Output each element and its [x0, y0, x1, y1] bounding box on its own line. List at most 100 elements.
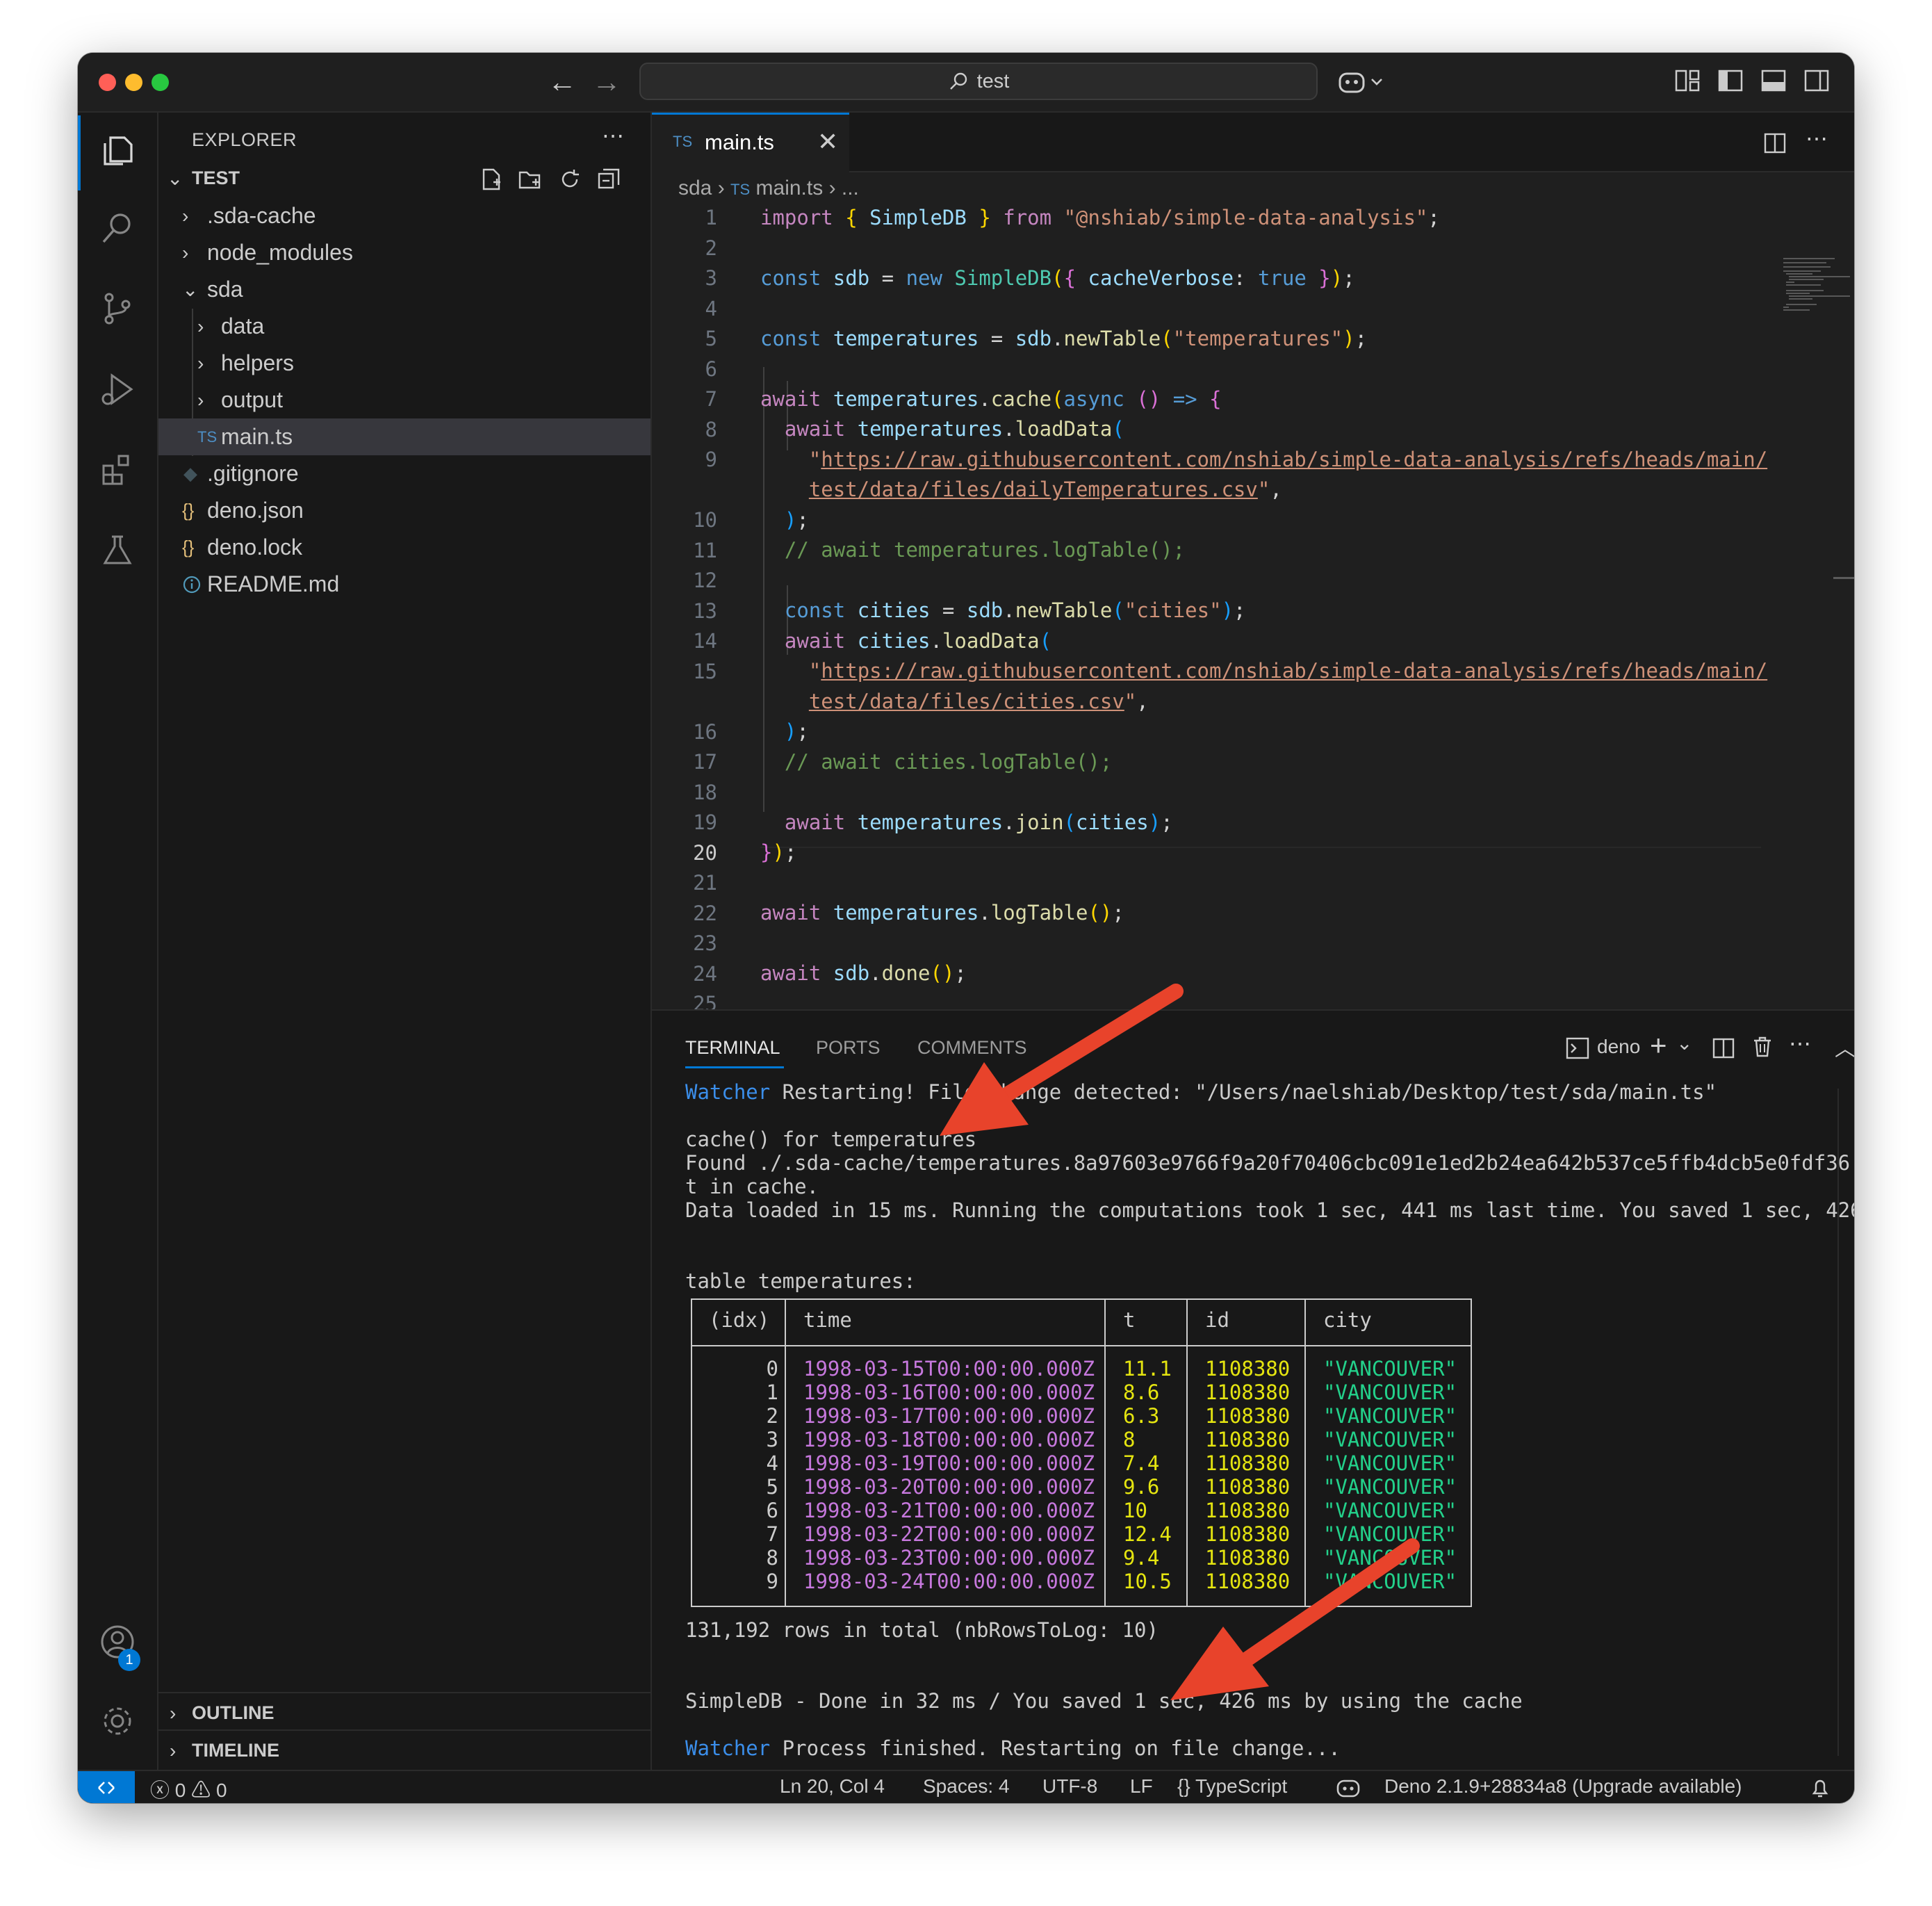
back-arrow-icon[interactable]: ← — [548, 65, 577, 99]
table-cell: 1998-03-22T00:00:00.000Z — [803, 1522, 1095, 1546]
toggle-secondary-sidebar-icon[interactable] — [1803, 67, 1831, 95]
tree-item-deno-json[interactable]: {} deno.json — [158, 492, 650, 529]
line-number: 2 — [705, 236, 717, 260]
command-center-search[interactable]: test — [639, 63, 1318, 100]
tree-item-helpers[interactable]: › helpers — [158, 345, 650, 382]
cursor-position[interactable]: Ln 20, Col 4 — [780, 1775, 885, 1798]
breadcrumb-folder[interactable]: sda — [678, 177, 712, 199]
more-actions-icon[interactable]: ⋯ — [602, 122, 624, 149]
tree-item-deno-lock[interactable]: {} deno.lock — [158, 529, 650, 566]
run-debug-icon[interactable] — [98, 370, 137, 409]
tree-item-output[interactable]: › output — [158, 382, 650, 418]
close-window-button[interactable] — [99, 74, 116, 91]
line-number: 1 — [705, 206, 717, 229]
code-line: await cities.loadData( — [784, 629, 1052, 653]
settings-gear-icon[interactable] — [98, 1702, 137, 1741]
problems-indicator[interactable]: ⓧ 0 ⚠ 0 — [150, 1775, 227, 1803]
split-editor-icon[interactable] — [1762, 131, 1787, 156]
bell-icon[interactable] — [1810, 1777, 1831, 1799]
tab-main-ts[interactable]: TS main.ts ✕ — [652, 113, 849, 172]
chevron-down-icon[interactable]: ⌄ — [1676, 1032, 1692, 1054]
deno-version[interactable]: Deno 2.1.9+28834a8 (Upgrade available) — [1384, 1775, 1742, 1798]
tab-ports[interactable]: PORTS — [816, 1037, 881, 1059]
typescript-file-icon: TS — [673, 133, 693, 150]
table-header: (idx) — [709, 1308, 770, 1332]
line-number: 13 — [693, 598, 717, 623]
minimap[interactable] — [1782, 257, 1851, 313]
terminal-shell-name[interactable]: deno — [1597, 1036, 1640, 1058]
line-number: 24 — [693, 961, 717, 986]
table-cell: 1998-03-16T00:00:00.000Z — [803, 1380, 1095, 1404]
workspace-root[interactable]: ⌄ TEST — [158, 160, 650, 197]
overview-ruler-marker — [1833, 577, 1854, 579]
table-cell: 1108380 — [1205, 1380, 1291, 1404]
collapse-all-icon[interactable] — [596, 167, 621, 192]
source-control-icon[interactable] — [98, 289, 137, 328]
toggle-sidebar-icon[interactable] — [1717, 67, 1744, 95]
tree-item-sda[interactable]: ⌄ sda — [158, 271, 650, 308]
table-cell: "VANCOUVER" — [1323, 1380, 1457, 1404]
tree-item-gitignore[interactable]: ◆ .gitignore — [158, 455, 650, 492]
panel-more-actions-icon[interactable]: ⋯ — [1789, 1030, 1811, 1057]
extensions-icon[interactable] — [98, 450, 137, 489]
outline-section[interactable]: › OUTLINE — [158, 1695, 650, 1732]
explorer-icon[interactable] — [98, 129, 137, 168]
tree-item-label: main.ts — [221, 424, 293, 449]
tab-terminal[interactable]: TERMINAL — [685, 1037, 780, 1059]
editor-more-actions-icon[interactable]: ⋯ — [1806, 125, 1828, 152]
trash-icon[interactable] — [1750, 1034, 1775, 1059]
maximize-window-button[interactable] — [152, 74, 169, 91]
remote-indicator[interactable] — [78, 1771, 135, 1803]
language-mode[interactable]: {} TypeScript — [1177, 1775, 1287, 1798]
code-editor[interactable]: 1 2 3 4 5 6 7 8 9 10 11 12 13 14 15 16 17 18 19 20 21 22 23 24 2… — [652, 206, 1854, 1016]
customize-layout-icon[interactable] — [1673, 67, 1701, 95]
table-cell: "VANCOUVER" — [1323, 1404, 1457, 1428]
divider — [158, 1692, 650, 1693]
split-terminal-icon[interactable] — [1711, 1036, 1736, 1061]
table-cell: 8 — [766, 1546, 778, 1570]
close-tab-icon[interactable]: ✕ — [817, 127, 838, 156]
new-file-icon[interactable] — [478, 167, 503, 192]
table-cell: "VANCOUVER" — [1323, 1357, 1457, 1380]
table-header: time — [803, 1308, 852, 1332]
line-ending[interactable]: LF — [1130, 1775, 1153, 1798]
refresh-icon[interactable] — [557, 167, 582, 192]
code-line: const temperatures = sdb.newTable("tempe… — [760, 327, 1368, 350]
new-folder-icon[interactable] — [517, 167, 542, 192]
chevron-down-icon: ⌄ — [167, 168, 183, 189]
braces-icon: {} — [1177, 1775, 1190, 1797]
copilot-icon[interactable] — [1336, 1777, 1361, 1799]
tree-item-main-ts[interactable]: TS main.ts — [158, 418, 650, 455]
line-number: 8 — [705, 417, 717, 441]
table-cell: 3 — [766, 1428, 778, 1451]
tree-item-node-modules[interactable]: › node_modules — [158, 234, 650, 271]
workspace-root-label: TEST — [192, 168, 240, 188]
chevron-right-icon: › — [197, 352, 204, 374]
breadcrumb-file[interactable]: main.ts — [756, 177, 824, 199]
maximize-panel-icon[interactable]: ︿ — [1835, 1032, 1854, 1062]
tree-item-data[interactable]: › data — [158, 308, 650, 345]
line-number: 12 — [693, 569, 717, 592]
line-number: 23 — [693, 931, 717, 955]
testing-flask-icon[interactable] — [98, 531, 137, 570]
minimize-window-button[interactable] — [125, 74, 142, 91]
encoding[interactable]: UTF-8 — [1042, 1775, 1097, 1798]
table-cell: 1108380 — [1205, 1428, 1291, 1451]
search-icon[interactable] — [98, 209, 137, 247]
tree-item-sda-cache[interactable]: › .sda-cache — [158, 197, 650, 234]
watcher-message: Process finished. Restarting on file cha… — [770, 1736, 1341, 1760]
table-cell: 10 — [1123, 1499, 1147, 1522]
line-number: 6 — [705, 357, 717, 381]
line-number: 15 — [693, 659, 717, 683]
indentation[interactable]: Spaces: 4 — [923, 1775, 1010, 1798]
tree-item-label: deno.json — [207, 498, 304, 523]
tree-item-readme[interactable]: README.md — [158, 566, 650, 603]
copilot-icon[interactable] — [1337, 67, 1390, 97]
timeline-section[interactable]: › TIMELINE — [158, 1732, 650, 1769]
new-terminal-icon[interactable]: + — [1650, 1029, 1667, 1062]
toggle-panel-icon[interactable] — [1760, 67, 1787, 95]
chevron-right-icon: › — [170, 1740, 177, 1761]
breadcrumb-symbols[interactable]: ... — [842, 177, 859, 199]
forward-arrow-icon[interactable]: → — [592, 65, 621, 99]
tree-item-label: .gitignore — [207, 461, 299, 486]
